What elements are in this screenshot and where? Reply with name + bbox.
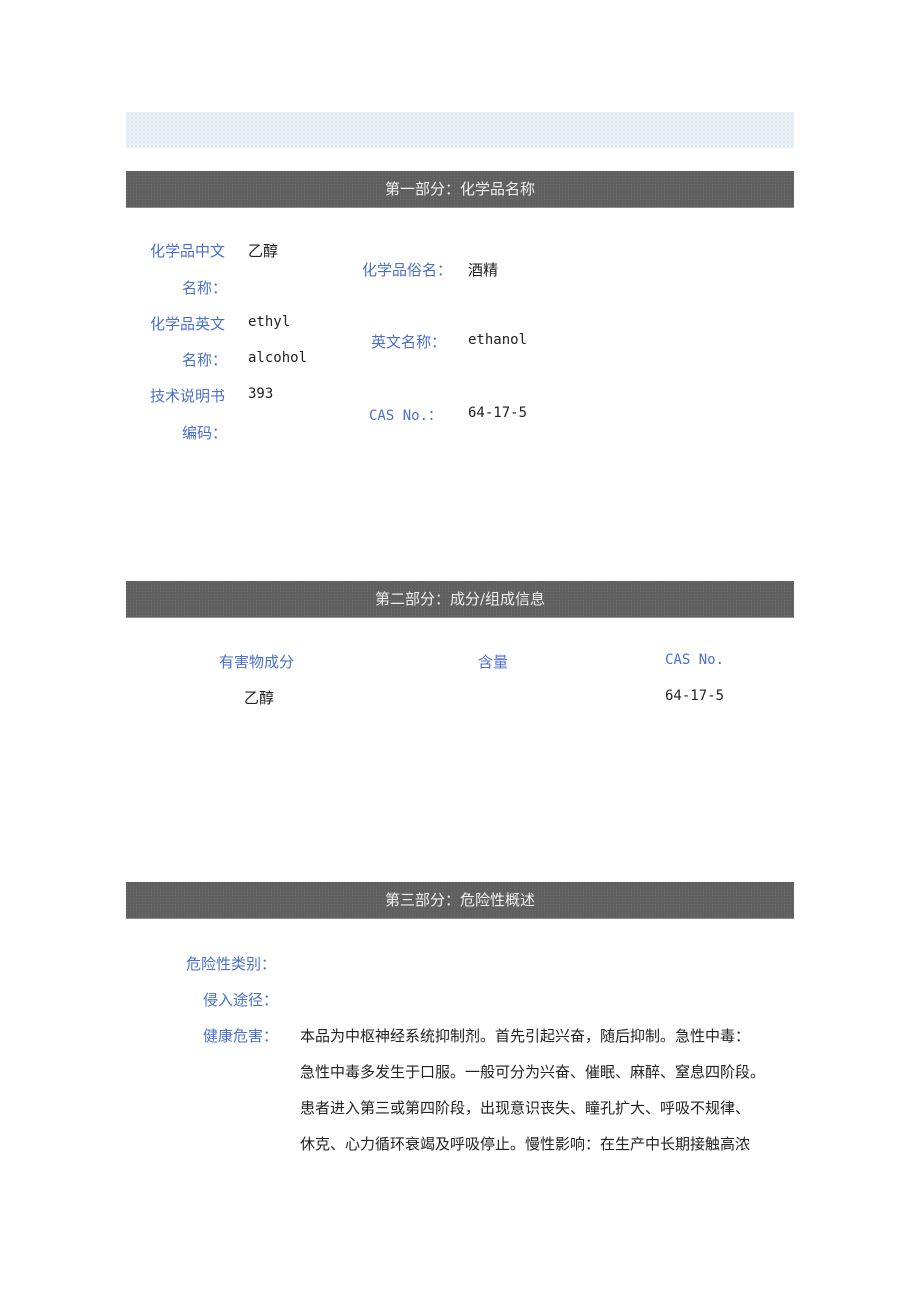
section-3-header: 第三部分：危险性概述	[126, 882, 794, 919]
health-hazard-label: 健康危害：	[203, 1027, 279, 1045]
route-label: 侵入途径：	[203, 991, 279, 1009]
row-component: 乙醇	[244, 689, 275, 707]
cn-name-label-cont: 名称：	[182, 279, 228, 297]
en-name-label: 化学品英文	[150, 315, 226, 333]
health-hazard-line: 休克、心力循环衰竭及呼吸停止。慢性影响：在生产中长期接触高浓	[300, 1135, 751, 1153]
column-header-content: 含量	[478, 653, 509, 671]
health-hazard-line: 急性中毒多发生于口服。一般可分为兴奋、催眠、麻醉、窒息四阶段。	[300, 1063, 766, 1081]
cas-label: CAS No.：	[369, 408, 443, 424]
cn-name-value: 乙醇	[248, 242, 279, 260]
en-name-value-line1: ethyl	[248, 314, 291, 330]
header-decorative-band	[126, 112, 794, 148]
en-alias-value: ethanol	[468, 332, 528, 348]
spec-code-label: 技术说明书	[150, 387, 226, 405]
health-hazard-text: 本品为中枢神经系统抑制剂。首先引起兴奋，随后抑制。急性中毒： 急性中毒多发生于口…	[300, 1018, 794, 1162]
row-cas: 64-17-5	[665, 688, 725, 704]
section-1-header: 第一部分：化学品名称	[126, 171, 794, 208]
en-name-value-line2: alcohol	[248, 350, 308, 366]
en-name-label-cont: 名称：	[182, 351, 228, 369]
column-header-component: 有害物成分	[219, 653, 295, 671]
spec-code-value: 393	[248, 386, 274, 402]
column-header-cas: CAS No.	[665, 652, 725, 668]
cn-name-label: 化学品中文	[150, 242, 226, 260]
hazard-class-label: 危险性类别：	[186, 955, 277, 973]
common-name-label: 化学品俗名：	[362, 261, 453, 279]
spec-code-label-cont: 编码：	[182, 424, 228, 442]
cas-value: 64-17-5	[468, 405, 528, 421]
section-2-header: 第二部分：成分/组成信息	[126, 581, 794, 618]
en-alias-label: 英文名称：	[371, 333, 447, 351]
health-hazard-line: 本品为中枢神经系统抑制剂。首先引起兴奋，随后抑制。急性中毒：	[300, 1027, 751, 1045]
common-name-value: 酒精	[468, 261, 499, 279]
health-hazard-line: 患者进入第三或第四阶段，出现意识丧失、瞳孔扩大、呼吸不规律、	[300, 1099, 751, 1117]
